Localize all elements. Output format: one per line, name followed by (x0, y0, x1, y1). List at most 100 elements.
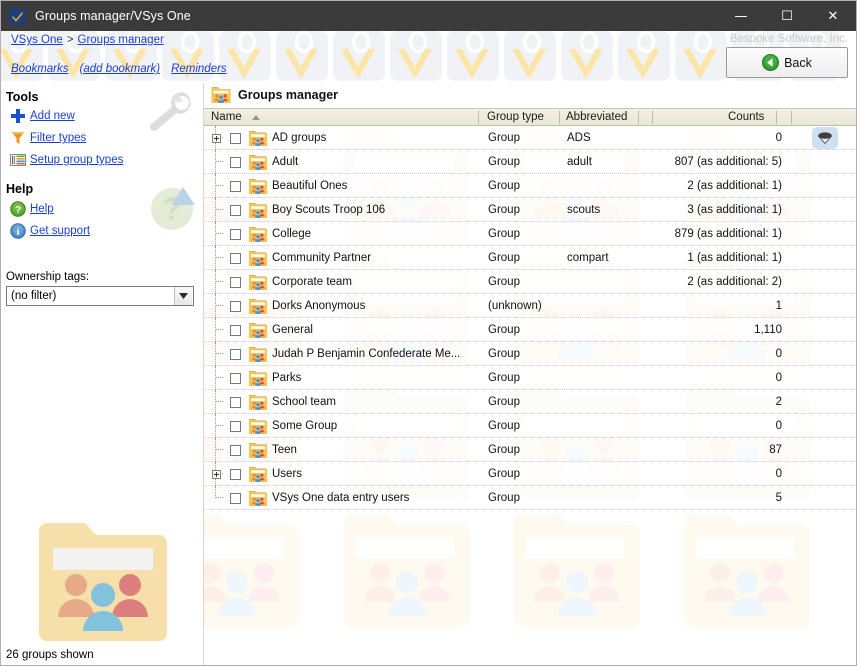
column-divider[interactable] (559, 111, 560, 124)
column-header-counts[interactable]: Counts (728, 109, 764, 126)
table-row[interactable]: VSys One data entry usersGroup5 (204, 486, 856, 510)
cell-counts: 87 (564, 444, 782, 456)
row-checkbox[interactable] (230, 421, 241, 432)
column-header-group-type[interactable]: Group type (487, 109, 544, 126)
cell-name: Beautiful Ones (272, 180, 347, 192)
sidebar-item-add-new[interactable]: Add new (10, 108, 75, 124)
column-divider[interactable] (652, 111, 653, 124)
group-folder-icon (249, 466, 267, 482)
maximize-button[interactable]: ☐ (764, 1, 810, 31)
breadcrumb-root-link[interactable]: VSys One (11, 34, 63, 46)
row-checkbox[interactable] (230, 373, 241, 384)
cell-counts: 2 (as additional: 1) (564, 180, 782, 192)
reminders-link[interactable]: Reminders (171, 63, 227, 75)
group-folder-icon (249, 130, 267, 146)
group-folder-icon (249, 322, 267, 338)
column-divider[interactable] (791, 111, 792, 124)
sidebar-item-help[interactable]: ? Help (10, 201, 54, 217)
table-row[interactable]: Corporate teamGroup2 (as additional: 2) (204, 270, 856, 294)
tree-stub (216, 161, 223, 162)
back-button[interactable]: Back (726, 47, 848, 78)
row-checkbox[interactable] (230, 469, 241, 480)
table-row[interactable]: AD groupsGroupADS0 (204, 126, 856, 150)
table-row[interactable]: CollegeGroup879 (as additional: 1) (204, 222, 856, 246)
table-row[interactable]: Community PartnerGroupcompart1 (as addit… (204, 246, 856, 270)
row-filter-button[interactable] (812, 127, 838, 149)
expand-plus-icon[interactable] (212, 134, 221, 143)
filter-badge-icon (817, 131, 833, 145)
grid-header-row: Name Group type Abbreviated Counts (204, 108, 856, 126)
tree-line (215, 270, 216, 294)
group-folder-icon (249, 154, 267, 170)
table-row[interactable]: AdultGroupadult807 (as additional: 5) (204, 150, 856, 174)
table-row[interactable]: Boy Scouts Troop 106Groupscouts3 (as add… (204, 198, 856, 222)
window-controls: — ☐ ✕ (718, 1, 856, 31)
column-header-name[interactable]: Name (211, 109, 242, 126)
cell-group-type: Group (488, 252, 520, 264)
row-checkbox[interactable] (230, 349, 241, 360)
chevron-down-icon[interactable] (174, 287, 192, 305)
column-divider[interactable] (478, 111, 479, 124)
add-bookmark-link[interactable]: (add bookmark) (80, 63, 161, 75)
cell-group-type: Group (488, 228, 520, 240)
row-checkbox[interactable] (230, 493, 241, 504)
table-row[interactable]: Judah P Benjamin Confederate Me...Group0 (204, 342, 856, 366)
close-button[interactable]: ✕ (810, 1, 856, 31)
groups-folder-icon (211, 86, 231, 103)
cell-counts: 807 (as additional: 5) (564, 156, 782, 168)
minimize-button[interactable]: — (718, 1, 764, 31)
shield-check-icon (9, 8, 26, 25)
row-checkbox[interactable] (230, 325, 241, 336)
cell-name: Community Partner (272, 252, 371, 264)
row-checkbox[interactable] (230, 157, 241, 168)
ownership-tags-select[interactable]: (no filter) (6, 286, 194, 306)
cell-counts: 0 (564, 348, 782, 360)
groups-folder-watermark-icon (39, 519, 167, 641)
breadcrumb: VSys One>Groups manager (11, 34, 164, 46)
tree-stub (216, 377, 223, 378)
tree-stub (216, 257, 223, 258)
cell-counts: 879 (as additional: 1) (564, 228, 782, 240)
table-row[interactable]: ParksGroup0 (204, 366, 856, 390)
table-row[interactable]: Dorks Anonymous(unknown)1 (204, 294, 856, 318)
table-row[interactable]: UsersGroup0 (204, 462, 856, 486)
cell-group-type: Group (488, 156, 520, 168)
group-folder-icon (249, 346, 267, 362)
breadcrumb-current-link[interactable]: Groups manager (78, 34, 164, 46)
row-checkbox[interactable] (230, 277, 241, 288)
row-checkbox[interactable] (230, 205, 241, 216)
row-checkbox[interactable] (230, 301, 241, 312)
grid-body[interactable]: AD groupsGroupADS0AdultGroupadult807 (as… (204, 126, 856, 666)
cell-name: Teen (272, 444, 297, 456)
bookmarks-link[interactable]: Bookmarks (11, 63, 69, 75)
column-header-abbreviated[interactable]: Abbreviated (566, 109, 627, 126)
table-row[interactable]: Some GroupGroup0 (204, 414, 856, 438)
cell-group-type: Group (488, 276, 520, 288)
sidebar-item-setup-group-types[interactable]: Setup group types (10, 152, 123, 168)
row-checkbox[interactable] (230, 445, 241, 456)
cell-counts: 0 (564, 420, 782, 432)
funnel-icon (10, 130, 26, 146)
sidebar-item-filter-types[interactable]: Filter types (10, 130, 86, 146)
row-expander-container[interactable] (210, 126, 222, 150)
row-checkbox[interactable] (230, 397, 241, 408)
row-checkbox[interactable] (230, 229, 241, 240)
group-folder-icon (249, 370, 267, 386)
group-folder-icon (249, 178, 267, 194)
row-expander-container[interactable] (210, 462, 222, 486)
column-divider[interactable] (638, 111, 639, 124)
sidebar-item-get-support[interactable]: i Get support (10, 223, 90, 239)
sidebar-item-label: Filter types (30, 132, 86, 144)
row-checkbox[interactable] (230, 253, 241, 264)
cell-counts: 3 (as additional: 1) (564, 204, 782, 216)
expand-plus-icon[interactable] (212, 470, 221, 479)
table-row[interactable]: School teamGroup2 (204, 390, 856, 414)
cell-group-type: Group (488, 204, 520, 216)
row-checkbox[interactable] (230, 133, 241, 144)
table-row[interactable]: Beautiful OnesGroup2 (as additional: 1) (204, 174, 856, 198)
sidebar-item-label: Add new (30, 110, 75, 122)
table-row[interactable]: TeenGroup87 (204, 438, 856, 462)
table-row[interactable]: GeneralGroup1,110 (204, 318, 856, 342)
row-checkbox[interactable] (230, 181, 241, 192)
column-divider[interactable] (776, 111, 777, 124)
